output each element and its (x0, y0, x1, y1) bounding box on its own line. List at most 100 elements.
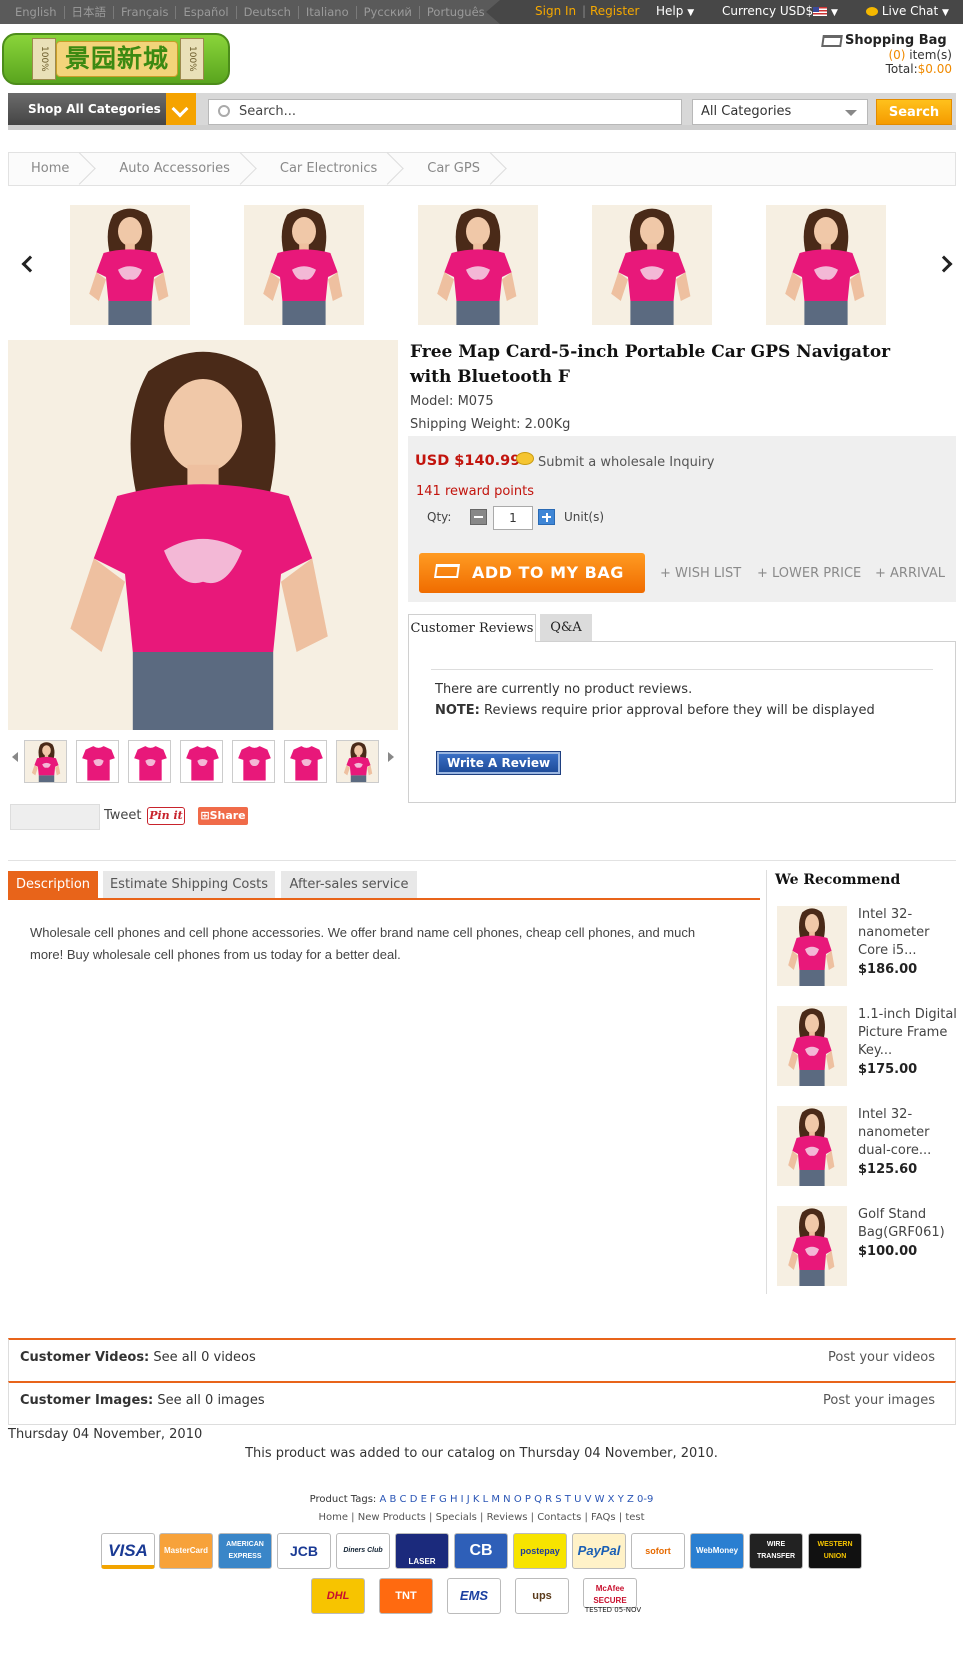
qty-decrease-button[interactable] (470, 509, 487, 525)
recommend-item-image[interactable] (777, 1106, 847, 1186)
post-videos-link[interactable]: Post your videos (828, 1350, 935, 1365)
lang-portuguese[interactable]: Português (420, 5, 492, 19)
recommend-item-image[interactable] (777, 1206, 847, 1286)
recommend-item-name[interactable]: Golf Stand Bag(GRF061) (858, 1206, 958, 1242)
like-widget[interactable] (10, 804, 100, 830)
image-thumbnail[interactable] (284, 740, 327, 783)
breadcrumb-auto-accessories[interactable]: Auto Accessories (97, 152, 258, 186)
search-input[interactable]: Search... (208, 99, 682, 125)
webmoney-icon: WebMoney (690, 1533, 744, 1569)
carousel-next-arrow-icon[interactable] (935, 255, 953, 273)
image-thumbnail[interactable] (128, 740, 171, 783)
bag-items-label: item(s) (909, 48, 952, 62)
live-chat-menu[interactable]: Live Chat ▼ (866, 4, 949, 18)
qty-increase-button[interactable] (538, 509, 555, 525)
tab-description[interactable]: Description (8, 871, 98, 899)
recommend-item-name[interactable]: Intel 32-nanometer Core i5... (858, 906, 958, 960)
add-to-bag-button[interactable]: ADD TO MY BAG (419, 553, 645, 593)
tab-customer-reviews[interactable]: Customer Reviews (408, 614, 536, 642)
tags-letters[interactable]: A B C D E F G H I J K L M N O P Q R S T … (379, 1494, 653, 1505)
breadcrumb-home[interactable]: Home (9, 152, 97, 186)
image-thumbnail[interactable] (232, 740, 275, 783)
product-photo (418, 205, 538, 325)
recommend-item-image[interactable] (777, 906, 847, 986)
product-photo (777, 1006, 847, 1086)
lang-russian[interactable]: Русский (357, 5, 420, 19)
lang-english[interactable]: English (8, 5, 65, 19)
thumb-next-arrow-icon[interactable] (388, 752, 394, 762)
western-union-icon: WESTERN UNION (808, 1533, 862, 1569)
model-value: M075 (457, 394, 494, 409)
image-thumbnail[interactable] (76, 740, 119, 783)
jcb-icon: JCB (277, 1533, 331, 1569)
carousel-thumbnail[interactable] (418, 205, 538, 325)
lang-french[interactable]: Français (114, 5, 177, 19)
carousel-thumbnail[interactable] (592, 205, 712, 325)
image-thumbnail[interactable] (336, 740, 379, 783)
wholesale-inquiry-link[interactable]: Submit a wholesale Inquiry (538, 455, 714, 470)
arrival-link[interactable]: + ARRIVAL (875, 566, 945, 581)
see-all-videos-link[interactable]: See all 0 videos (149, 1350, 255, 1365)
register-link[interactable]: Register (590, 4, 639, 18)
product-photo (25, 741, 67, 783)
top-bar: English 日本語 Français Español Deutsch Ita… (0, 0, 963, 24)
recommend-item-name[interactable]: Intel 32-nanometer dual-core... (858, 1106, 958, 1160)
shop-all-categories-button[interactable]: Shop All Categories (8, 93, 166, 125)
pin-it-button[interactable]: Pin it (147, 807, 185, 825)
carousel-thumbnail[interactable] (244, 205, 364, 325)
breadcrumb-car-electronics[interactable]: Car Electronics (258, 152, 405, 186)
image-thumbnail[interactable] (180, 740, 223, 783)
currency-menu[interactable]: Currency USD$ ▼ (722, 4, 838, 18)
carousel-thumbnail[interactable] (70, 205, 190, 325)
product-photo (766, 205, 886, 325)
write-review-button[interactable]: Write A Review (436, 751, 561, 775)
breadcrumb-car-gps[interactable]: Car GPS (405, 152, 508, 186)
search-button[interactable]: Search (876, 99, 952, 125)
see-all-images-link[interactable]: See all 0 images (153, 1393, 264, 1408)
mcafee-secure-icon: McAfee SECURE (583, 1578, 637, 1608)
images-row: Customer Images: See all 0 images (20, 1393, 265, 1408)
help-menu[interactable]: Help ▼ (656, 4, 694, 18)
post-images-link[interactable]: Post your images (823, 1393, 935, 1408)
amex-icon: AMERICAN EXPRESS (218, 1533, 272, 1569)
bag-title-text: Shopping Bag (845, 33, 947, 48)
note-label: NOTE: (435, 703, 480, 718)
mastercard-icon: MasterCard (159, 1533, 213, 1569)
model-row: Model: M075 (410, 394, 494, 409)
carousel-prev-arrow-icon[interactable] (21, 255, 39, 273)
qty-input[interactable]: 1 (493, 506, 533, 530)
chevron-down-icon[interactable] (166, 93, 196, 125)
share-button[interactable]: ⊞Share (198, 807, 248, 825)
cb-icon: CB (454, 1533, 508, 1569)
shopping-bag[interactable]: Shopping Bag (0) item(s) Total:$0.00 (821, 33, 952, 89)
recommend-item-price: $125.60 (858, 1162, 918, 1177)
tab-qa[interactable]: Q&A (540, 614, 592, 641)
product-photo (233, 741, 275, 783)
lang-spanish[interactable]: Español (176, 5, 237, 19)
footer-links[interactable]: Home | New Products | Specials | Reviews… (0, 1512, 963, 1523)
lower-price-link[interactable]: + LOWER PRICE (757, 566, 861, 581)
wish-list-link[interactable]: + WISH LIST (660, 566, 741, 581)
product-photo (285, 741, 327, 783)
lang-japanese[interactable]: 日本語 (65, 5, 115, 19)
laser-icon: LASER (395, 1533, 449, 1569)
category-select[interactable]: All Categories (692, 99, 868, 125)
tweet-button[interactable]: Tweet (104, 808, 142, 823)
tab-after-sales[interactable]: After-sales service (281, 871, 417, 899)
image-thumbnail[interactable] (24, 740, 67, 783)
carousel-thumbnail[interactable] (766, 205, 886, 325)
plus-icon: ⊞ (200, 809, 210, 822)
recommend-item-image[interactable] (777, 1006, 847, 1086)
sign-in-link[interactable]: Sign In (535, 4, 576, 18)
ups-icon: ups (515, 1578, 569, 1614)
lang-german[interactable]: Deutsch (237, 5, 299, 19)
thumb-prev-arrow-icon[interactable] (12, 752, 18, 762)
main-product-image[interactable] (8, 340, 398, 730)
recommend-item-name[interactable]: 1.1-inch Digital Picture Frame Key... (858, 1006, 958, 1060)
search-icon (218, 105, 230, 117)
site-logo[interactable]: 100% 景园新城 100% (2, 33, 230, 85)
lang-italian[interactable]: Italiano (299, 5, 357, 19)
weight-row: Shipping Weight: 2.00Kg (410, 417, 570, 432)
tab-estimate-shipping[interactable]: Estimate Shipping Costs (103, 871, 275, 899)
diners-club-icon: Diners Club (336, 1533, 390, 1569)
